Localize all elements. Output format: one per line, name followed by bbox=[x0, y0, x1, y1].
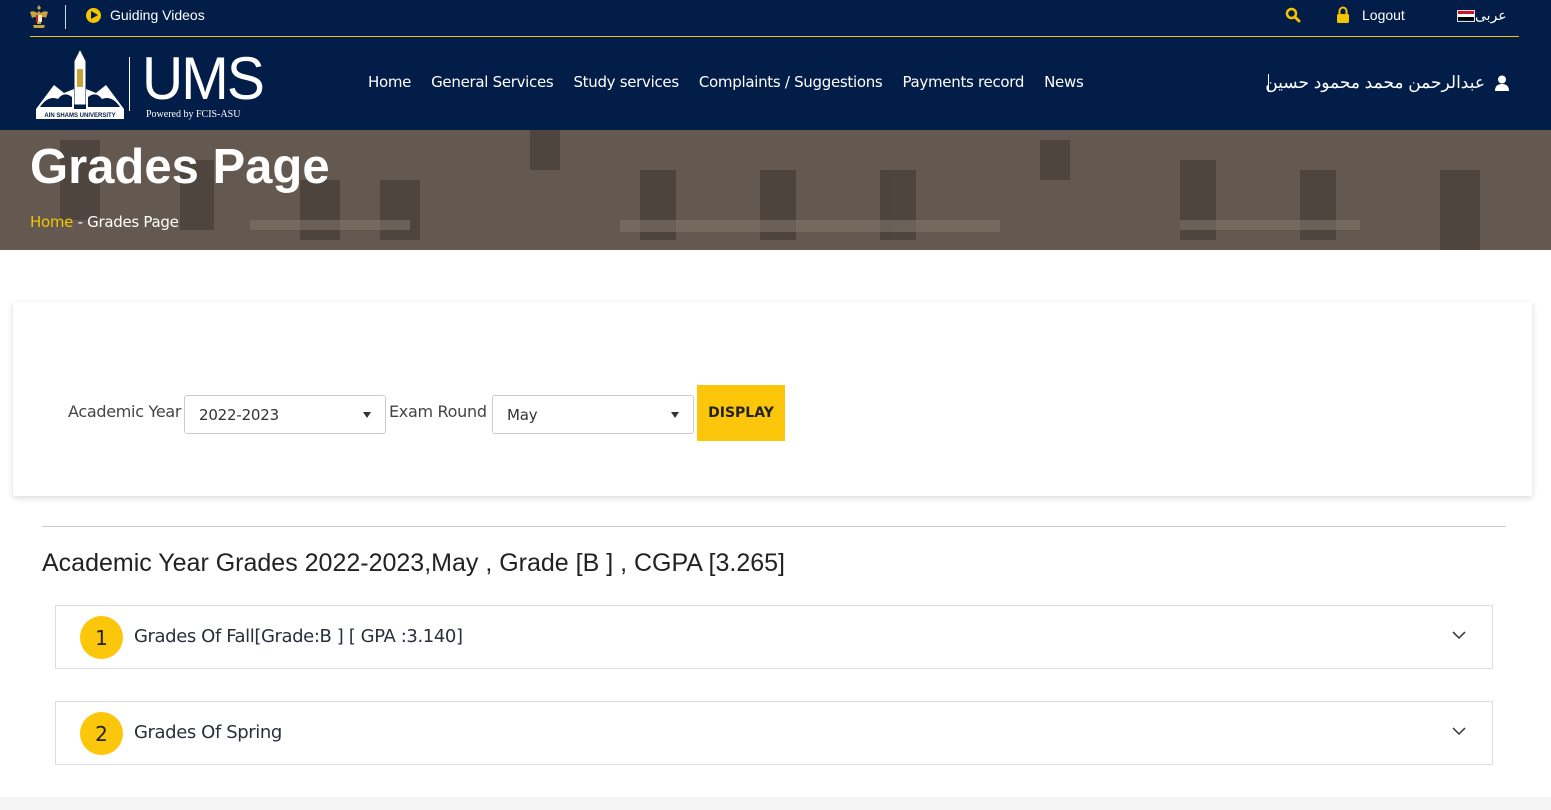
section-divider bbox=[42, 526, 1506, 527]
nav-study-services[interactable]: Study services bbox=[573, 73, 679, 91]
lock-icon bbox=[1337, 6, 1349, 23]
footer-strip bbox=[0, 797, 1551, 810]
semester-number: 1 bbox=[80, 616, 123, 659]
semester-accordion-spring[interactable]: 2 Grades Of Spring bbox=[55, 701, 1493, 765]
logo-divider bbox=[129, 57, 130, 111]
main-header: AIN SHAMS UNIVERSITY UMS Powered by FCIS… bbox=[0, 37, 1551, 130]
user-name: عبدالرحمن محمد محمود حسين bbox=[1265, 73, 1485, 92]
page-title: Grades Page bbox=[30, 140, 330, 194]
caret-down-icon bbox=[363, 412, 371, 418]
grades-summary: Academic Year Grades 2022-2023,May , Gra… bbox=[42, 549, 786, 577]
filter-card: Academic Year : 2022-2023 Exam Round : M… bbox=[13, 302, 1532, 496]
semester-title: Grades Of Fall[Grade:B ] [ GPA :3.140] bbox=[134, 626, 463, 647]
language-label: عربى bbox=[1475, 7, 1507, 23]
ums-logo[interactable]: UMS Powered by FCIS-ASU bbox=[142, 45, 265, 127]
ums-logo-text: UMS bbox=[142, 45, 265, 112]
display-button[interactable]: DISPLAY bbox=[697, 385, 785, 441]
breadcrumb-home[interactable]: Home bbox=[30, 213, 73, 231]
user-icon bbox=[1495, 75, 1509, 91]
academic-year-value: 2022-2023 bbox=[199, 406, 279, 424]
user-menu[interactable]: عبدالرحمن محمد محمود حسين bbox=[1265, 73, 1509, 93]
semester-title: Grades Of Spring bbox=[134, 722, 282, 743]
logout-label: Logout bbox=[1362, 6, 1405, 23]
chevron-down-icon[interactable] bbox=[1452, 726, 1466, 736]
main-nav: Home General Services Study services Com… bbox=[368, 73, 1084, 91]
guiding-videos-link[interactable]: Guiding Videos bbox=[86, 7, 205, 23]
caret-down-icon bbox=[671, 412, 679, 418]
top-bar: Guiding Videos Logout عربى bbox=[0, 0, 1551, 37]
svg-text:AIN SHAMS UNIVERSITY: AIN SHAMS UNIVERSITY bbox=[44, 113, 115, 119]
exam-round-value: May bbox=[507, 406, 538, 424]
play-icon bbox=[86, 7, 101, 23]
top-divider bbox=[65, 5, 66, 29]
semester-accordion-fall[interactable]: 1 Grades Of Fall[Grade:B ] [ GPA :3.140] bbox=[55, 605, 1493, 669]
search-icon[interactable] bbox=[1285, 7, 1301, 23]
guiding-videos-label: Guiding Videos bbox=[110, 7, 205, 23]
egypt-eagle-icon bbox=[30, 5, 48, 28]
chevron-down-icon[interactable] bbox=[1452, 630, 1466, 640]
nav-payments-record[interactable]: Payments record bbox=[902, 73, 1024, 91]
ain-shams-university-logo[interactable]: AIN SHAMS UNIVERSITY bbox=[34, 47, 126, 121]
breadcrumb: Home - Grades Page bbox=[30, 213, 179, 231]
nav-complaints-suggestions[interactable]: Complaints / Suggestions bbox=[699, 73, 883, 91]
logout-link[interactable]: Logout bbox=[1336, 6, 1405, 23]
exam-round-select[interactable]: May bbox=[492, 395, 694, 434]
exam-round-label: Exam Round : bbox=[389, 402, 497, 421]
academic-year-label: Academic Year : bbox=[68, 402, 192, 421]
language-switch[interactable]: عربى bbox=[1457, 7, 1507, 24]
main-content: Academic Year : 2022-2023 Exam Round : M… bbox=[0, 250, 1551, 810]
breadcrumb-separator: - bbox=[73, 213, 88, 231]
nav-home[interactable]: Home bbox=[368, 73, 411, 91]
egypt-flag-icon bbox=[1457, 9, 1475, 22]
page-banner: Grades Page Home - Grades Page bbox=[0, 130, 1551, 250]
breadcrumb-current: Grades Page bbox=[87, 213, 179, 231]
academic-year-select[interactable]: 2022-2023 bbox=[184, 395, 386, 434]
semester-number: 2 bbox=[80, 712, 123, 755]
nav-news[interactable]: News bbox=[1044, 73, 1084, 91]
nav-general-services[interactable]: General Services bbox=[431, 73, 554, 91]
